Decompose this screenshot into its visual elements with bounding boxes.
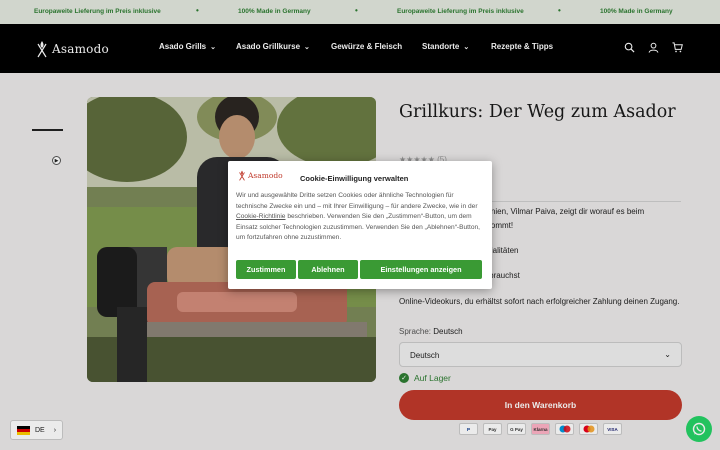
cookie-text-before-link: Wir und ausgewählte Dritte setzen Cookie…: [236, 192, 478, 210]
crossed-skewers-icon: [239, 170, 245, 181]
cookie-dialog-text: Wir und ausgewählte Dritte setzen Cookie…: [236, 191, 484, 244]
show-settings-button[interactable]: Einstellungen anzeigen: [360, 260, 482, 279]
cookie-dialog-title: Cookie-Einwilligung verwalten: [300, 174, 409, 183]
cookie-logo-text: Asamodo: [248, 171, 283, 180]
cookie-consent-dialog: Asamodo Cookie-Einwilligung verwalten Wi…: [228, 161, 492, 289]
accept-button[interactable]: Zustimmen: [236, 260, 296, 279]
cookie-policy-link[interactable]: Cookie-Richtlinie: [236, 213, 285, 220]
cookie-dialog-logo: Asamodo: [238, 170, 283, 181]
reject-button[interactable]: Ablehnen: [298, 260, 358, 279]
